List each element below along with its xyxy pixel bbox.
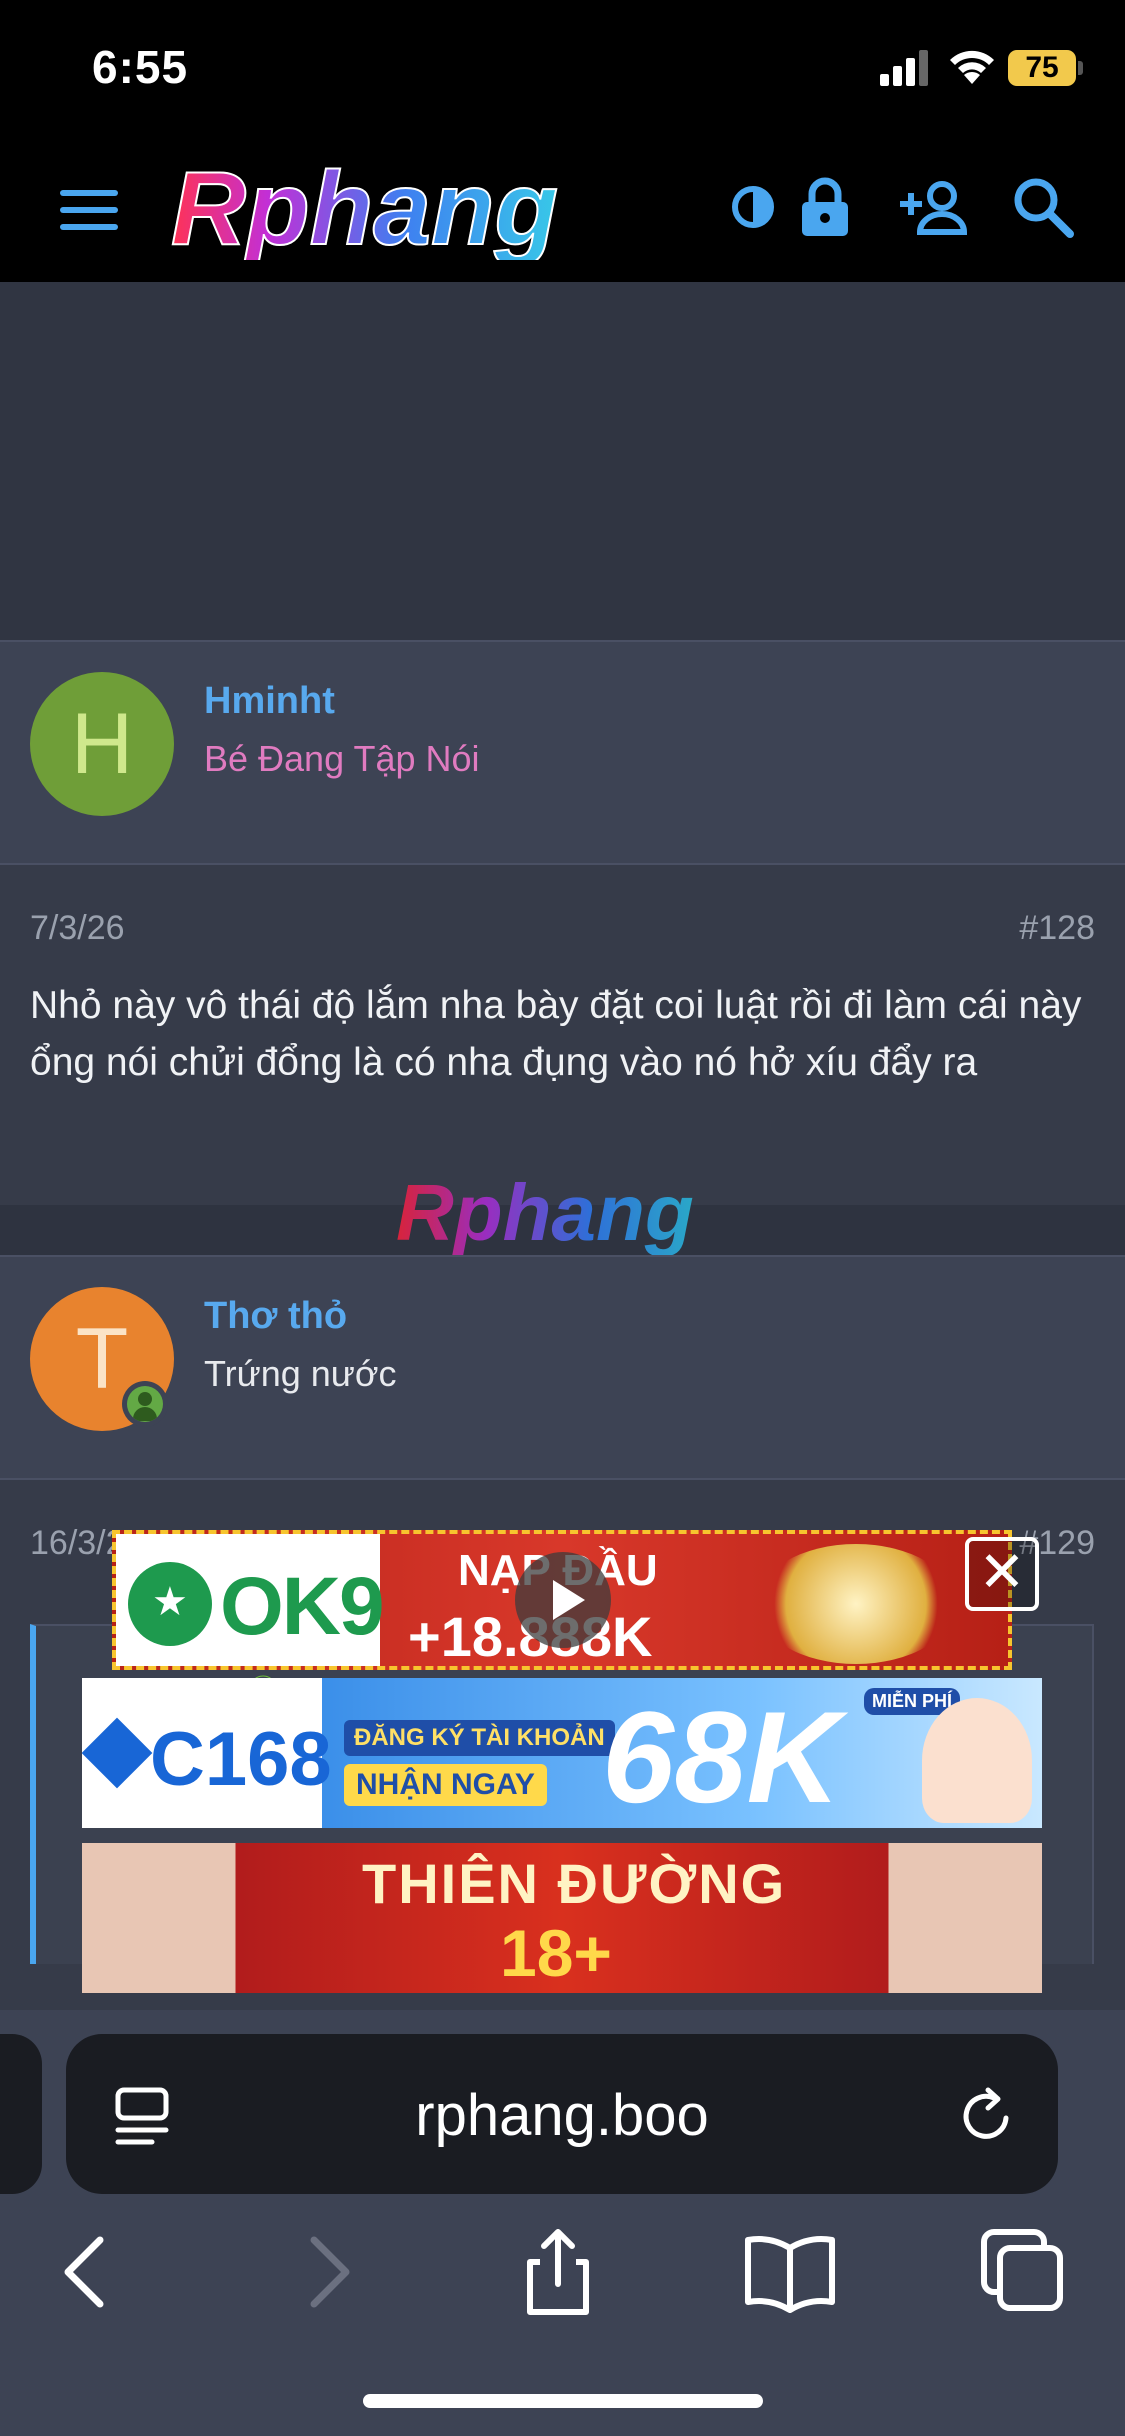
- c168-logo: C168: [150, 1717, 332, 1802]
- site-logo[interactable]: Rphang: [163, 160, 683, 260]
- watermark-logo: Rphang: [396, 1168, 694, 1257]
- wifi-icon: [950, 50, 994, 84]
- play-icon[interactable]: [515, 1552, 611, 1648]
- username[interactable]: Thơ thỏ: [204, 1295, 347, 1338]
- post-message: Nhỏ này vô thái độ lắm nha bày đặt coi l…: [30, 984, 1082, 1084]
- user-title: Trứng nước: [204, 1353, 397, 1394]
- avatar[interactable]: H: [30, 672, 174, 816]
- thien-duong-ad-banner[interactable]: THIÊN ĐƯỜNG 18+: [82, 1843, 1042, 1993]
- username[interactable]: Hminht: [204, 680, 335, 723]
- c168-line2: NHẬN NGAY: [344, 1764, 547, 1806]
- url-text[interactable]: rphang.boo: [66, 2082, 1058, 2149]
- browser-toolbar: rphang.boo: [0, 2010, 1125, 2436]
- lock-icon[interactable]: [792, 174, 858, 240]
- user-title: Bé Đang Tập Nói: [204, 738, 480, 779]
- ok9-logo: ★ OK9: [116, 1534, 385, 1666]
- status-bar: 6:55 75: [0, 0, 1125, 132]
- theme-toggle-icon[interactable]: [720, 174, 786, 240]
- c168-line1: ĐĂNG KÝ TÀI KHOẢN: [344, 1720, 615, 1756]
- battery-indicator: 75: [1008, 50, 1076, 86]
- menu-icon[interactable]: [60, 190, 118, 230]
- signal-icon: [880, 50, 928, 86]
- post-number[interactable]: #128: [1019, 909, 1095, 948]
- battery-tip: [1078, 61, 1083, 75]
- previous-tab[interactable]: [0, 2034, 42, 2194]
- td18-subtitle: 18+: [500, 1916, 612, 1990]
- forward-icon[interactable]: [280, 2224, 376, 2320]
- close-ad-button[interactable]: ✕: [965, 1537, 1039, 1611]
- post-author-card: H Hminht Bé Đang Tập Nói: [0, 640, 1125, 865]
- ad-placeholder: [0, 282, 1125, 640]
- post-author-card: T Thơ thỏ Trứng nước: [0, 1255, 1125, 1480]
- add-user-icon[interactable]: [898, 174, 970, 240]
- svg-text:Rphang: Rphang: [396, 1168, 694, 1257]
- status-time: 6:55: [92, 41, 189, 93]
- reload-icon[interactable]: [954, 2084, 1018, 2148]
- post-body: 7/3/26 #128 Nhỏ này vô thái độ lắm nha b…: [0, 865, 1125, 1205]
- back-icon[interactable]: [38, 2224, 134, 2320]
- share-icon[interactable]: [510, 2224, 606, 2320]
- post-date[interactable]: 7/3/26: [30, 909, 125, 948]
- c168-ad-banner[interactable]: C168 ĐĂNG KÝ TÀI KHOẢN NHẬN NGAY 68K MIỄ…: [82, 1678, 1042, 1828]
- c168-amount: 68K: [602, 1684, 841, 1828]
- online-status-icon: [122, 1381, 168, 1427]
- c168-logo-icon: [82, 1717, 153, 1789]
- td18-title: THIÊN ĐƯỜNG: [362, 1852, 787, 1915]
- bookmarks-icon[interactable]: [742, 2224, 838, 2320]
- tabs-icon[interactable]: [976, 2224, 1072, 2320]
- home-indicator[interactable]: [363, 2394, 763, 2408]
- search-icon[interactable]: [1010, 174, 1076, 240]
- svg-text:Rphang: Rphang: [171, 160, 558, 260]
- site-header: Rphang: [0, 132, 1125, 282]
- address-bar[interactable]: rphang.boo: [66, 2034, 1058, 2194]
